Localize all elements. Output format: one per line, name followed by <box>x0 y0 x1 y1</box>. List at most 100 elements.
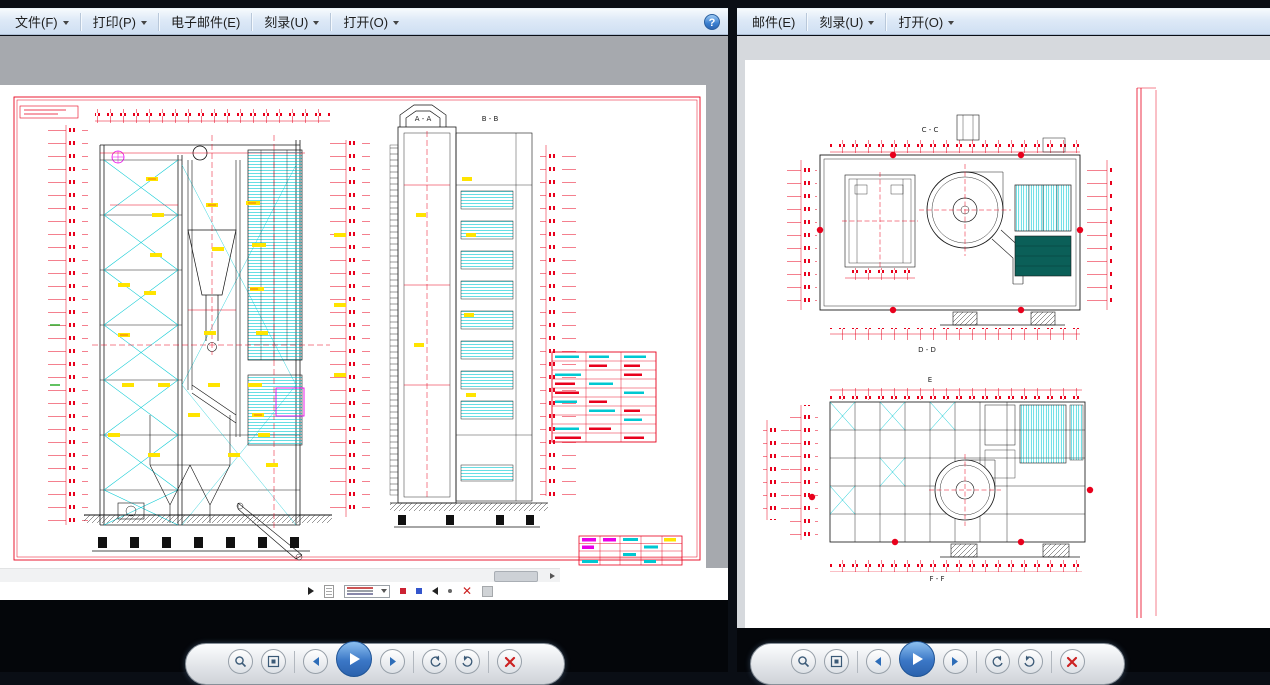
drawing-page: A - A B - B <box>0 85 706 568</box>
zoom-dropdown[interactable] <box>344 584 390 598</box>
menu-separator <box>806 12 809 31</box>
rotate-cw-icon <box>1024 655 1035 667</box>
play-icon <box>912 653 923 665</box>
rotate-ccw-button[interactable] <box>984 649 1010 674</box>
horizontal-scrollbar[interactable] <box>0 568 560 582</box>
zoom-button[interactable] <box>228 649 253 674</box>
magnifier-icon <box>797 656 809 668</box>
menu-bar: 邮件(E) 刻录(U) 打开(O) <box>737 8 1270 35</box>
scrollbar-thumb[interactable] <box>494 571 538 582</box>
help-button[interactable]: ? <box>704 14 720 30</box>
menu-separator <box>157 12 160 31</box>
menu-item-burn[interactable]: 刻录(U) <box>255 9 328 34</box>
chevron-down-icon <box>393 20 400 25</box>
chevron-down-icon <box>62 20 69 25</box>
document-icon <box>324 584 334 598</box>
menu-separator <box>885 12 888 31</box>
previous-button[interactable] <box>865 649 891 674</box>
blue-annotation-mark <box>416 588 422 594</box>
menu-item-burn-label: 刻录(U) <box>819 15 864 30</box>
zoom-value-marks <box>347 590 373 592</box>
menu-item-open-label: 打开(O) <box>343 15 389 30</box>
menu-item-burn[interactable]: 刻录(U) <box>810 9 883 34</box>
menu-item-file-label: 文件(F) <box>15 15 58 30</box>
divider <box>488 651 489 673</box>
menu-item-email-label: 邮件(E) <box>752 15 796 30</box>
elevation-view-front <box>84 135 332 561</box>
delete-icon <box>504 656 515 667</box>
photo-viewer-controls <box>185 641 565 685</box>
divider <box>413 651 414 673</box>
drawing-page: C - C D - D E F - F <box>745 60 1270 628</box>
section-label: C - C <box>922 126 939 134</box>
menu-item-email[interactable]: 电子邮件(E) <box>162 9 249 34</box>
next-button[interactable] <box>380 649 405 674</box>
rotate-ccw-icon <box>992 655 1003 667</box>
menu-separator <box>251 12 254 31</box>
scrollbar-row <box>0 568 728 582</box>
menu-item-open[interactable]: 打开(O) <box>889 9 963 34</box>
previous-icon <box>875 657 881 666</box>
zoom-button[interactable] <box>790 649 816 674</box>
magnifier-icon <box>235 656 247 668</box>
actual-size-icon <box>830 655 842 668</box>
menu-separator <box>330 12 333 31</box>
elevation-view-side <box>389 104 548 528</box>
rotate-ccw-icon <box>430 655 441 667</box>
back-icon[interactable] <box>432 587 438 595</box>
chevron-down-icon <box>313 20 320 25</box>
cad-drawing-elevations: A - A B - B <box>13 96 701 566</box>
menu-item-burn-label: 刻录(U) <box>264 15 309 30</box>
menu-item-open-label: 打开(O) <box>898 15 944 30</box>
title-block <box>578 535 683 566</box>
photo-viewer-window-left: 文件(F) 打印(P) 电子邮件(E) 刻录(U) 打开(O) ? A - A … <box>0 8 728 685</box>
actual-size-button[interactable] <box>261 649 286 674</box>
next-button[interactable] <box>942 649 968 674</box>
actual-size-button[interactable] <box>823 649 849 674</box>
divider <box>856 651 858 673</box>
triangle-right-icon <box>550 572 555 579</box>
section-label: F - F <box>929 575 944 583</box>
photo-viewer-window-right: 邮件(E) 刻录(U) 打开(O) C - C D - D E F - F <box>737 8 1270 685</box>
divider <box>975 651 977 673</box>
divider <box>294 651 295 673</box>
viewer-canvas: A - A B - B <box>0 36 728 568</box>
section-label: E <box>928 376 932 384</box>
next-icon <box>389 657 396 666</box>
section-label: A - A <box>415 115 432 123</box>
chevron-down-icon <box>868 20 875 25</box>
actual-size-icon <box>267 655 280 668</box>
play-icon <box>350 653 360 665</box>
menu-bar: 文件(F) 打印(P) 电子邮件(E) 刻录(U) 打开(O) ? <box>0 8 728 35</box>
previous-button[interactable] <box>303 649 328 674</box>
previous-icon <box>312 657 319 666</box>
section-label: B - B <box>482 115 499 123</box>
menu-item-print-label: 打印(P) <box>92 15 136 30</box>
chevron-down-icon <box>140 20 147 25</box>
forward-icon[interactable] <box>308 587 314 595</box>
menu-item-email[interactable]: 邮件(E) <box>743 9 804 34</box>
resize-grip <box>482 585 494 597</box>
delete-button[interactable] <box>1059 649 1085 674</box>
viewer-mini-toolbar: ✕ <box>0 582 728 600</box>
rotate-cw-button[interactable] <box>1017 649 1043 674</box>
rotate-cw-icon <box>461 655 472 667</box>
rotate-ccw-button[interactable] <box>422 649 447 674</box>
menu-separator <box>79 12 82 31</box>
red-annotation-mark <box>400 588 406 594</box>
scrollbar-right-button[interactable] <box>545 569 560 582</box>
menu-item-print[interactable]: 打印(P) <box>84 9 156 34</box>
highlight-callouts <box>108 177 346 467</box>
menu-item-open[interactable]: 打开(O) <box>334 9 408 34</box>
section-view-bottom <box>763 401 1094 572</box>
close-icon[interactable]: ✕ <box>462 585 472 597</box>
rotate-cw-button[interactable] <box>455 649 480 674</box>
desktop: { "left_window": { "menu": { "items": [ … <box>0 0 1270 685</box>
divider <box>1050 651 1052 673</box>
photo-viewer-controls <box>750 641 1125 685</box>
next-icon <box>952 657 958 666</box>
delete-button[interactable] <box>497 649 522 674</box>
menu-item-file[interactable]: 文件(F) <box>6 9 78 34</box>
chevron-down-icon <box>948 20 955 25</box>
cad-drawing-sections: C - C D - D E F - F <box>763 87 1157 618</box>
